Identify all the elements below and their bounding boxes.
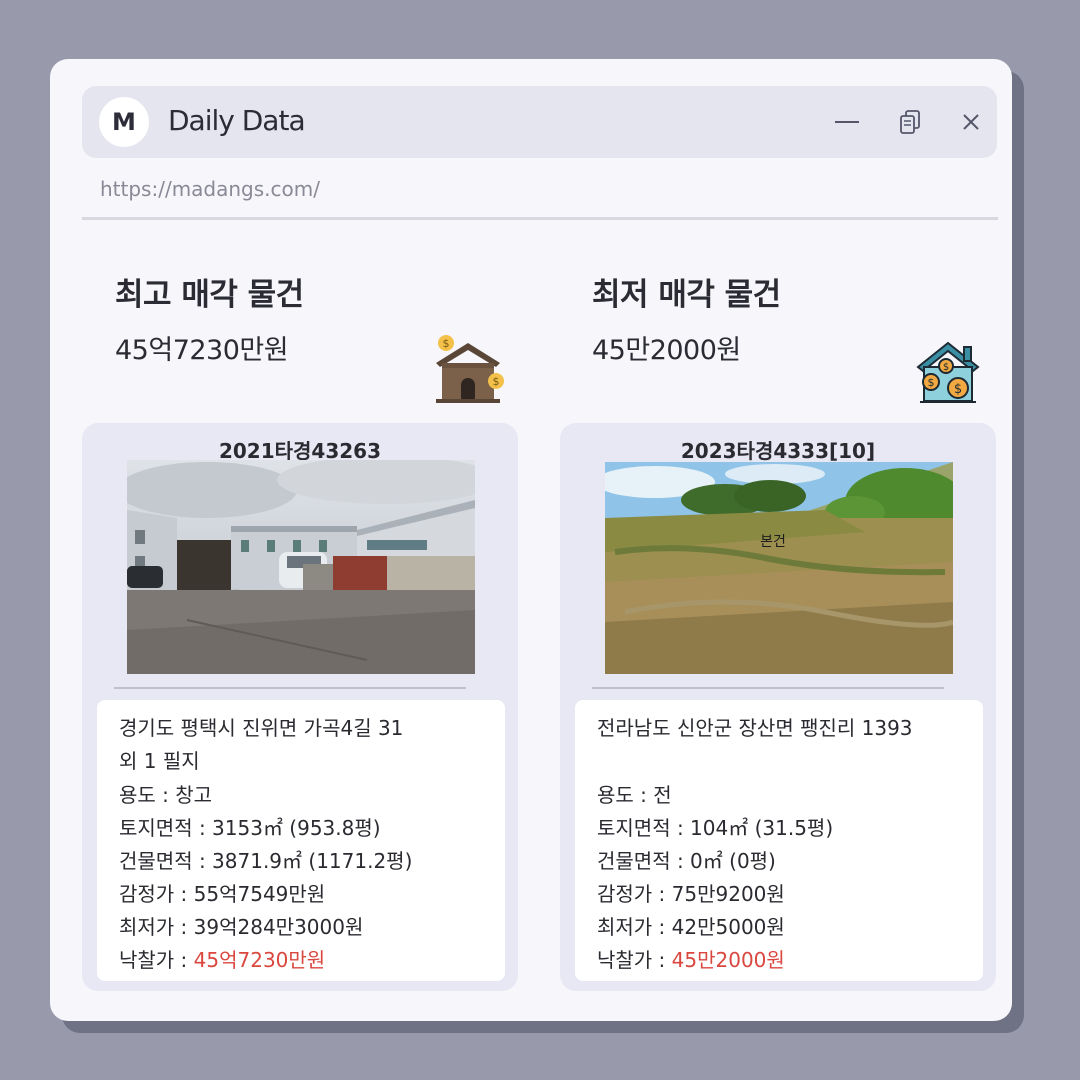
restore-icon[interactable]	[895, 106, 927, 138]
winning-bid-value: 45만2000원	[671, 948, 785, 972]
svg-text:$: $	[954, 382, 962, 397]
highest-heading: 최고 매각 물건	[115, 277, 304, 313]
highest-header: 최고 매각 물건 45억7230만원	[115, 269, 304, 367]
highest-land-area: 토지면적 : 3153㎡ (953.8평)	[119, 816, 381, 840]
highest-details: 경기도 평택시 진위면 가곡4길 31 외 1 필지 용도 : 창고 토지면적 …	[97, 700, 505, 981]
photo-caption: 본건	[760, 534, 786, 550]
lowest-land-area: 토지면적 : 104㎡ (31.5평)	[597, 816, 834, 840]
highest-property-photo[interactable]	[127, 460, 475, 674]
lowest-header: 최저 매각 물건 45만2000원	[592, 269, 781, 367]
highest-price: 45억7230만원	[115, 335, 289, 366]
highest-usage: 용도 : 창고	[119, 783, 213, 807]
app-title: Daily Data	[168, 104, 306, 137]
svg-text:$: $	[928, 376, 935, 389]
highest-card[interactable]: 2021타경43263 경기도 평택시 진위면 가곡4길 31 외 1 필지 용…	[82, 423, 518, 991]
winning-bid-value: 45억7230만원	[193, 948, 326, 972]
minimize-icon[interactable]	[831, 106, 863, 138]
house-coins-icon: $ $ $	[916, 341, 980, 403]
divider	[82, 217, 998, 220]
card-divider	[114, 687, 466, 689]
highest-address-line2: 외 1 필지	[119, 749, 200, 773]
lowest-card[interactable]: 2023타경4333[10] 본건 전라남도 신안군 장산면 팽진리 1393 …	[560, 423, 996, 991]
lowest-details: 전라남도 신안군 장산면 팽진리 1393 용도 : 전 토지면적 : 104㎡…	[575, 700, 983, 981]
highest-address-line1: 경기도 평택시 진위면 가곡4길 31	[119, 716, 404, 740]
lowest-heading: 최저 매각 물건	[592, 277, 781, 313]
highest-winning-bid: 낙찰가 : 45억7230만원	[119, 944, 325, 973]
house-money-icon: $ $	[436, 335, 504, 403]
lowest-property-photo[interactable]: 본건	[605, 462, 953, 674]
svg-text:$: $	[943, 362, 949, 373]
title-bar: M Daily Data	[82, 86, 997, 158]
lowest-address-line1: 전라남도 신안군 장산면 팽진리 1393	[597, 716, 913, 740]
card-divider	[592, 687, 944, 689]
lowest-minimum: 최저가 : 42만5000원	[597, 915, 785, 939]
svg-text:$: $	[493, 375, 500, 388]
winning-bid-label: 낙찰가 :	[597, 948, 672, 972]
lowest-price: 45만2000원	[592, 335, 741, 366]
url-text[interactable]: https://madangs.com/	[100, 177, 320, 201]
lowest-appraisal: 감정가 : 75만9200원	[597, 882, 785, 906]
app-window: M Daily Data https://madangs.com/ 최고 매각 …	[50, 59, 1012, 1021]
winning-bid-label: 낙찰가 :	[119, 948, 194, 972]
lowest-winning-bid: 낙찰가 : 45만2000원	[597, 944, 785, 973]
lowest-building-area: 건물면적 : 0㎡ (0평)	[597, 849, 776, 873]
highest-appraisal: 감정가 : 55억7549만원	[119, 882, 326, 906]
lowest-case-number[interactable]: 2023타경4333[10]	[560, 435, 996, 464]
close-icon[interactable]	[955, 106, 987, 138]
avatar[interactable]: M	[99, 97, 149, 147]
lowest-usage: 용도 : 전	[597, 783, 672, 807]
highest-minimum: 최저가 : 39억284만3000원	[119, 915, 364, 939]
svg-text:$: $	[443, 337, 450, 350]
highest-building-area: 건물면적 : 3871.9㎡ (1171.2평)	[119, 849, 413, 873]
